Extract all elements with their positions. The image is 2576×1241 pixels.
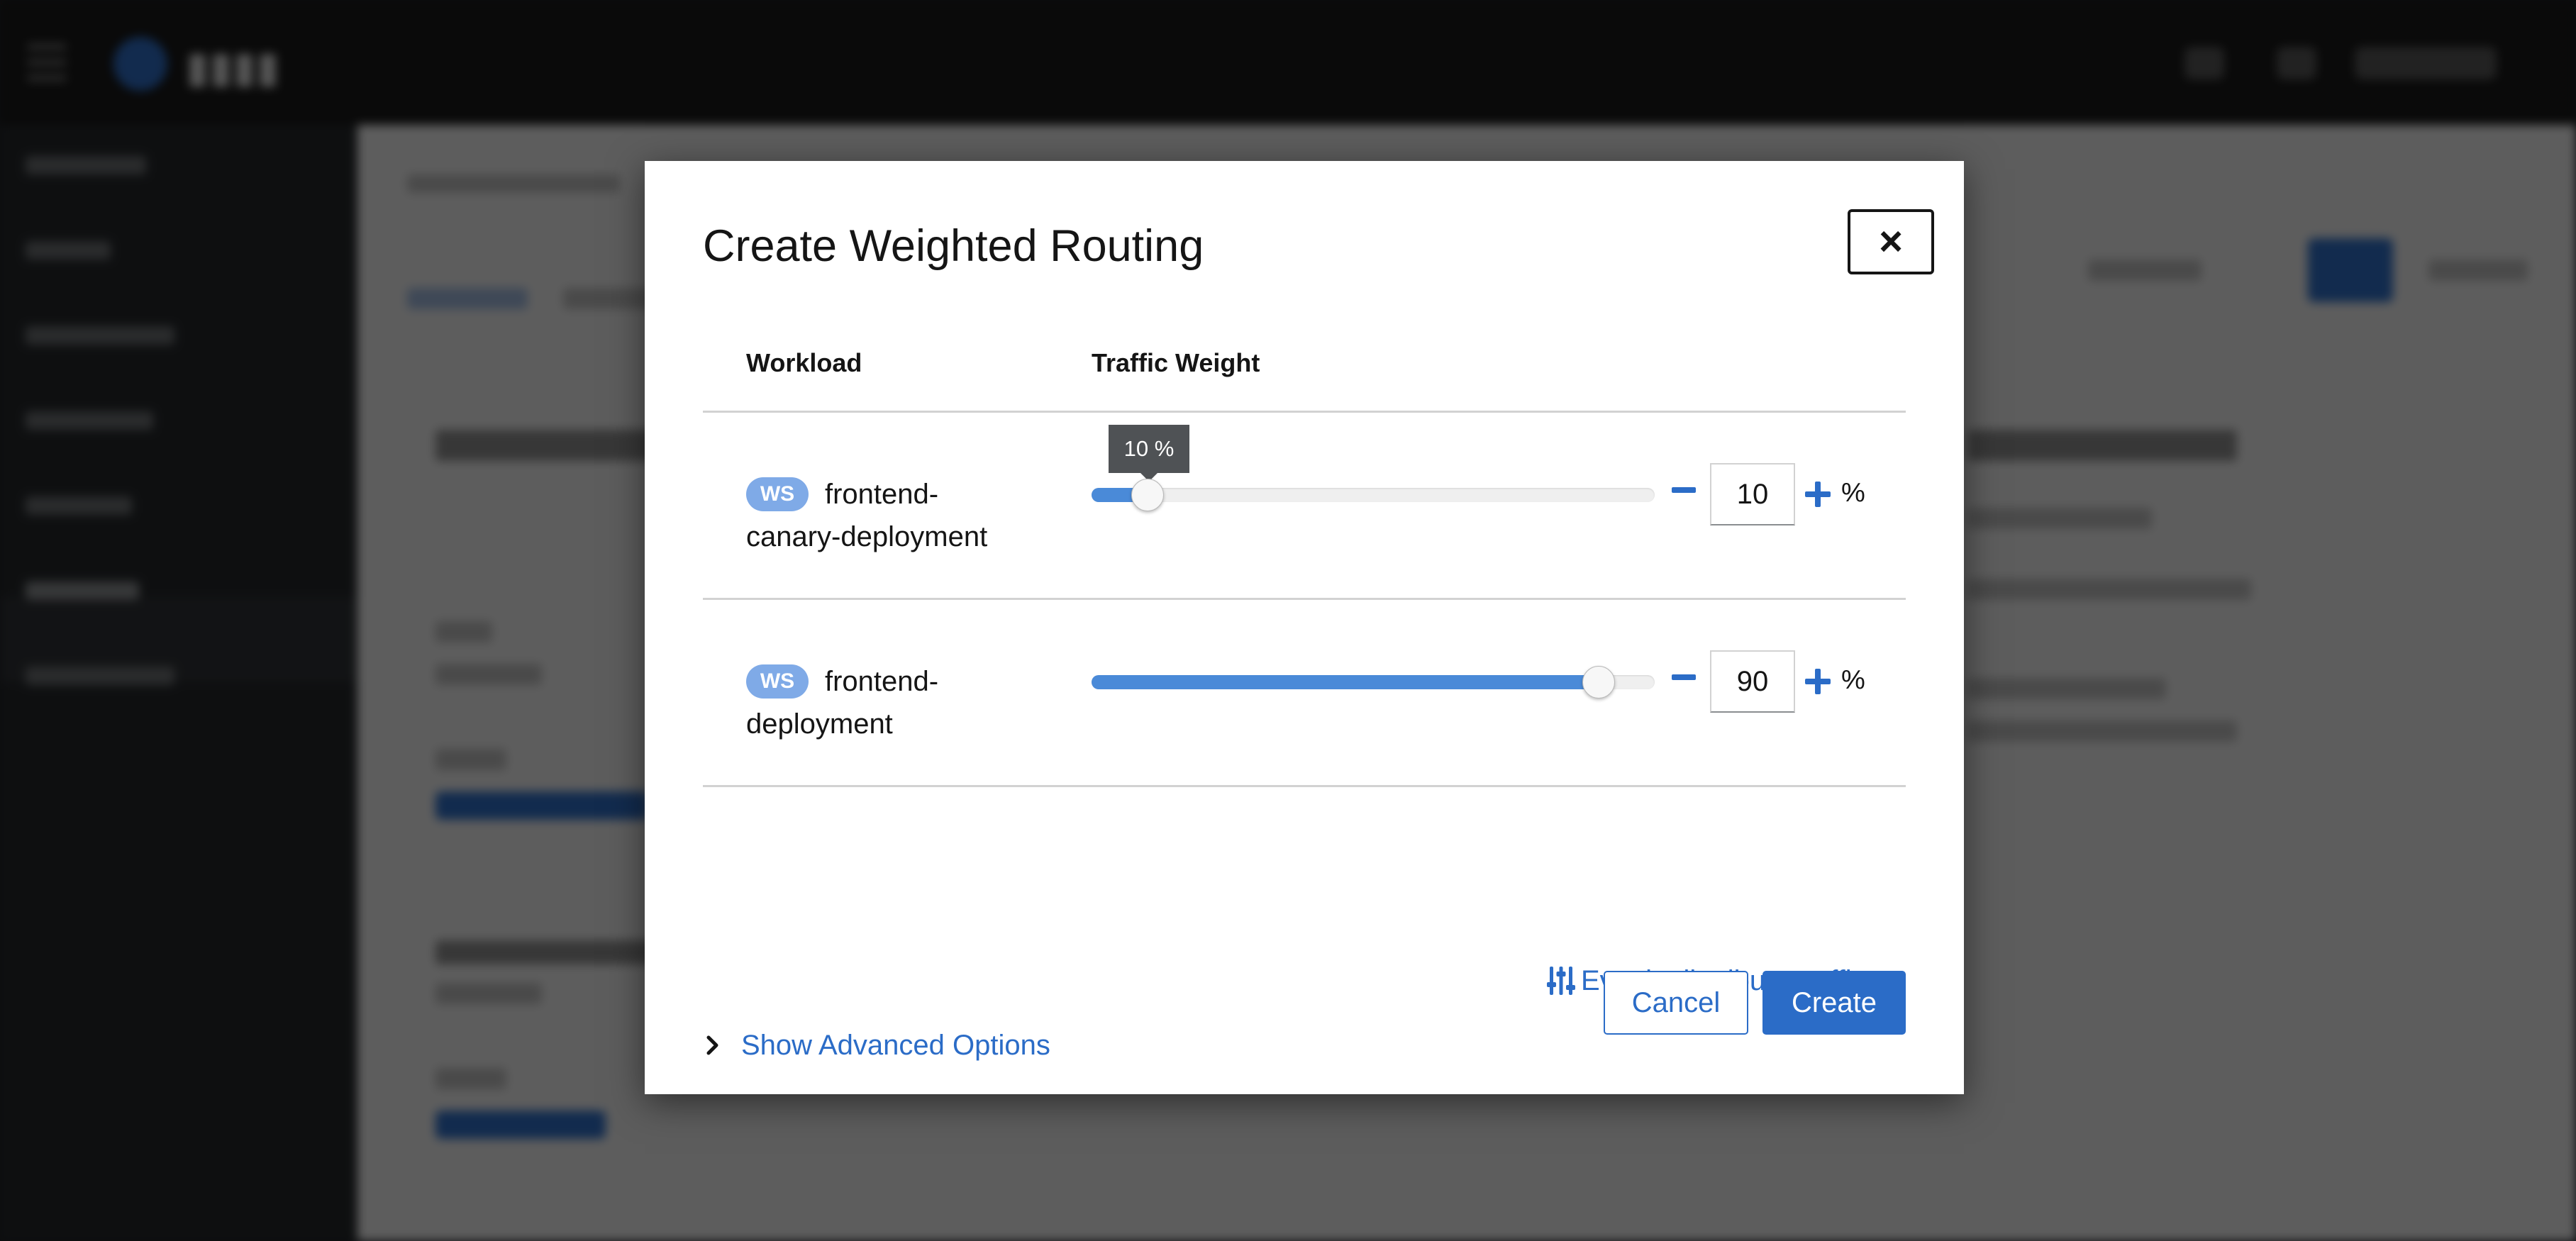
percent-unit: % — [1841, 478, 1865, 508]
header-divider — [703, 411, 1906, 413]
decrease-weight-button[interactable] — [1672, 674, 1696, 680]
slider-value-tooltip: 10 % — [1109, 425, 1189, 482]
workload-name-continued: canary-deployment — [746, 521, 988, 552]
workload-name: frontend- — [825, 666, 939, 697]
weighted-routing-dialog: Create Weighted Routing × Workload Traff… — [645, 161, 1964, 1094]
percent-unit: % — [1841, 665, 1865, 695]
chevron-right-icon — [706, 1035, 718, 1055]
close-button[interactable]: × — [1848, 209, 1934, 274]
traffic-weight-slider[interactable] — [1092, 479, 1655, 511]
show-advanced-options-label: Show Advanced Options — [741, 1029, 1050, 1061]
slider-handle[interactable] — [1131, 479, 1165, 511]
cancel-button[interactable]: Cancel — [1604, 971, 1748, 1035]
column-header-traffic-weight: Traffic Weight — [1092, 348, 1260, 377]
slider-fill — [1092, 675, 1599, 689]
row-divider — [703, 598, 1906, 600]
create-button[interactable]: Create — [1762, 971, 1906, 1035]
workload-type-badge: WS — [746, 664, 809, 699]
increase-weight-button[interactable] — [1805, 669, 1831, 694]
increase-weight-button[interactable] — [1805, 482, 1831, 507]
workload-type-badge: WS — [746, 477, 809, 511]
show-advanced-options-toggle[interactable]: Show Advanced Options — [706, 1020, 1050, 1070]
traffic-weight-slider[interactable] — [1092, 666, 1655, 699]
dialog-title: Create Weighted Routing — [703, 221, 1204, 271]
row-divider — [703, 785, 1906, 787]
workload-name: frontend- — [825, 479, 939, 510]
weight-input[interactable] — [1710, 650, 1795, 713]
weight-input[interactable] — [1710, 463, 1795, 525]
workload-name-continued: deployment — [746, 708, 893, 740]
slider-handle[interactable] — [1582, 666, 1615, 699]
column-header-workload: Workload — [746, 348, 862, 377]
sliders-icon — [1547, 967, 1575, 995]
close-icon: × — [1879, 218, 1903, 265]
decrease-weight-button[interactable] — [1672, 487, 1696, 493]
